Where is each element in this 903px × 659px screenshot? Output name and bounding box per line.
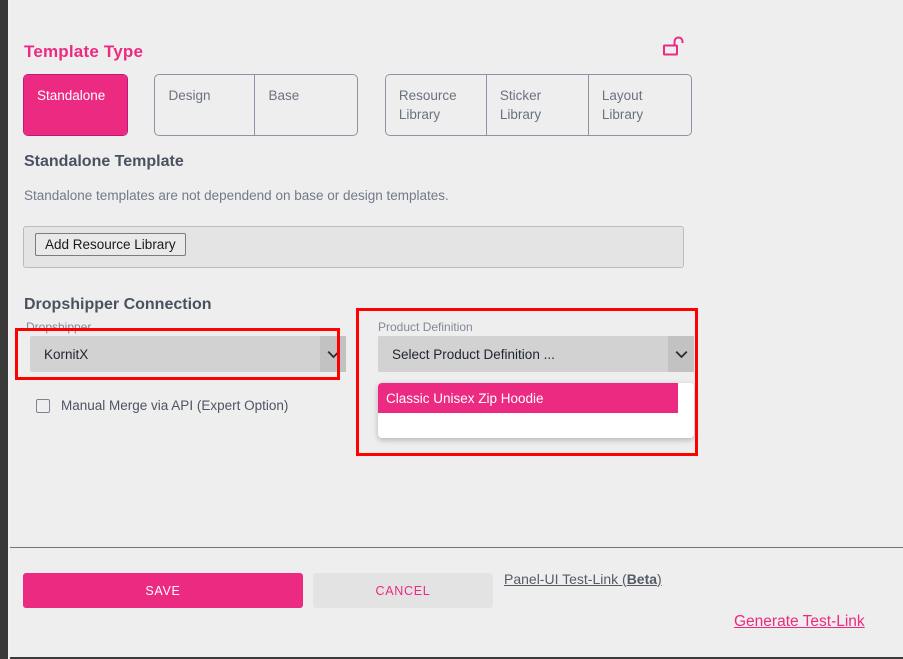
- panel-ui-test-link-suffix: ): [657, 571, 662, 587]
- template-type-sticker-library[interactable]: Sticker Library: [487, 75, 589, 135]
- dropshipper-field-label: Dropshipper: [26, 320, 92, 334]
- left-chrome-rail: [0, 0, 8, 659]
- product-definition-dropdown-list[interactable]: Classic Unisex Zip Hoodie: [378, 383, 694, 438]
- standalone-template-description: Standalone templates are not dependend o…: [24, 188, 449, 203]
- template-type-base[interactable]: Base: [255, 75, 357, 135]
- panel-ui-test-link-beta: Beta: [626, 571, 658, 587]
- template-type-group-design-base: Design Base: [154, 74, 359, 136]
- unlock-icon[interactable]: [660, 33, 688, 61]
- template-type-resource-library[interactable]: Resource Library: [386, 75, 487, 135]
- manual-merge-label: Manual Merge via API (Expert Option): [61, 398, 289, 413]
- manual-merge-checkbox-row[interactable]: Manual Merge via API (Expert Option): [36, 398, 288, 413]
- list-item[interactable]: Classic Unisex Zip Hoodie: [378, 383, 678, 413]
- chevron-down-icon: [668, 336, 694, 372]
- template-settings-panel: Template Type Standalone Design Base Res…: [10, 0, 903, 659]
- product-definition-select[interactable]: Select Product Definition ...: [378, 336, 694, 372]
- template-type-button-row: Standalone Design Base Resource Library …: [23, 74, 692, 136]
- template-type-design[interactable]: Design: [155, 75, 256, 135]
- cancel-button[interactable]: CANCEL: [313, 573, 493, 608]
- app-root: Template Type Standalone Design Base Res…: [0, 0, 903, 659]
- panel-ui-test-link[interactable]: Panel-UI Test-Link (Beta): [504, 571, 662, 587]
- resource-library-box: Add Resource Library: [23, 226, 684, 268]
- product-definition-field-label: Product Definition: [378, 320, 473, 334]
- template-type-standalone[interactable]: Standalone: [24, 75, 127, 135]
- footer-action-bar: SAVE CANCEL Panel-UI Test-Link (Beta) Ge…: [10, 548, 903, 657]
- manual-merge-checkbox[interactable]: [36, 398, 50, 413]
- add-resource-library-button[interactable]: Add Resource Library: [35, 233, 186, 256]
- dropshipper-select[interactable]: KornitX: [30, 336, 346, 372]
- template-type-layout-library[interactable]: Layout Library: [589, 75, 691, 135]
- form-body: Template Type Standalone Design Base Res…: [10, 0, 903, 547]
- product-definition-select-value: Select Product Definition ...: [392, 346, 555, 362]
- panel-ui-test-link-prefix: Panel-UI Test-Link (: [504, 571, 627, 587]
- save-button[interactable]: SAVE: [23, 573, 303, 608]
- dropshipper-connection-heading: Dropshipper Connection: [24, 296, 212, 313]
- page-title: Template Type: [24, 42, 144, 61]
- chevron-down-icon: [320, 336, 346, 372]
- template-type-group-libraries: Resource Library Sticker Library Layout …: [384, 74, 692, 136]
- dropshipper-select-value: KornitX: [44, 346, 89, 362]
- standalone-template-heading: Standalone Template: [24, 153, 184, 170]
- generate-test-link[interactable]: Generate Test-Link: [734, 613, 865, 631]
- template-type-group-standalone: Standalone: [23, 74, 128, 136]
